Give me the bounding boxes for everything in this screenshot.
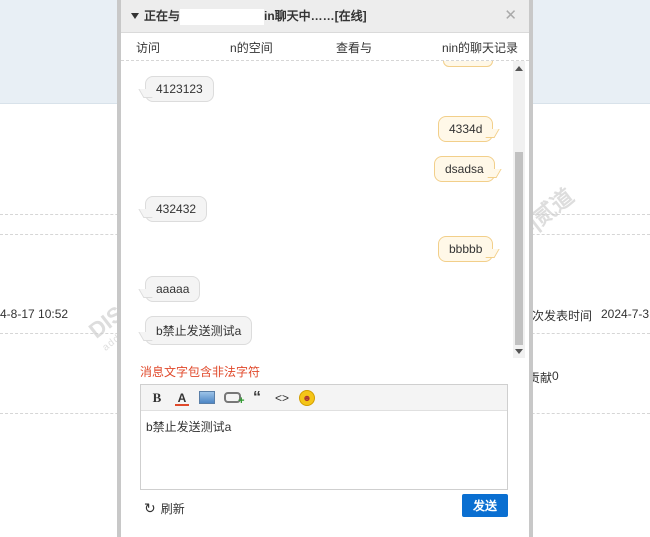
refresh-label: 刷新: [160, 502, 185, 516]
scroll-down-icon[interactable]: [515, 349, 523, 354]
scrollbar-thumb[interactable]: [515, 152, 523, 345]
refresh-button[interactable]: ↻ 刷新: [144, 500, 185, 517]
message-list[interactable]: 4123123 4334d dsadsa 432432 bbbbb aaaaa …: [121, 61, 529, 358]
message-bubble-outgoing: dsadsa: [434, 156, 495, 182]
message-bubble-partial: [443, 61, 493, 67]
contrib-value: 0: [552, 369, 559, 383]
refresh-icon: ↻: [144, 500, 156, 516]
chat-subbar: 访问 n的空间 查看与 nin的聊天记录: [121, 33, 529, 61]
close-icon[interactable]: ✕: [504, 8, 517, 23]
chat-title: 正在与 in聊天中……[在线]: [144, 8, 367, 25]
send-button[interactable]: 发送: [462, 494, 508, 517]
emoji-icon[interactable]: ☻: [297, 389, 317, 407]
username-redaction: [180, 8, 265, 25]
message-bubble-outgoing: bbbbb: [438, 236, 494, 262]
message-bubble-incoming: 432432: [145, 196, 208, 222]
scroll-up-icon[interactable]: [515, 66, 523, 71]
chat-history-link[interactable]: 查看与 nin的聊天记录: [336, 39, 518, 57]
visit-space-link[interactable]: 访问 n的空间: [136, 39, 273, 57]
message-scrollbar[interactable]: [513, 61, 525, 358]
chat-dialog: 正在与 in聊天中……[在线] ✕ 访问 n的空间 查看与 nin的聊天记录 4123…: [117, 0, 533, 537]
post-timestamp: 4-8-17 10:52: [0, 307, 69, 321]
last-post-timestamp: 2024-7-3: [601, 307, 650, 321]
error-message: 消息文字包含非法字符: [140, 365, 261, 379]
font-color-icon[interactable]: A: [172, 389, 192, 407]
message-bubble-incoming: b禁止发送测试a: [145, 316, 253, 345]
message-bubble-incoming: 4123123: [145, 76, 214, 102]
message-editor[interactable]: B A + “ <> ☻ b禁止发送测试a: [140, 384, 508, 490]
message-input[interactable]: b禁止发送测试a: [141, 411, 507, 442]
message-bubble-incoming: aaaaa: [145, 276, 201, 302]
bold-icon[interactable]: B: [147, 389, 167, 407]
quote-icon[interactable]: “: [247, 389, 267, 407]
collapse-arrow-icon[interactable]: [131, 13, 139, 19]
insert-image-icon[interactable]: [197, 389, 217, 407]
editor-toolbar: B A + “ <> ☻: [141, 385, 507, 411]
message-bubble-outgoing: 4334d: [438, 116, 494, 142]
code-icon[interactable]: <>: [272, 389, 292, 407]
chat-dialog-body: 正在与 in聊天中……[在线] ✕ 访问 n的空间 查看与 nin的聊天记录 4123…: [121, 0, 529, 537]
chat-titlebar[interactable]: 正在与 in聊天中……[在线] ✕: [121, 0, 529, 33]
insert-link-icon[interactable]: +: [222, 389, 245, 407]
